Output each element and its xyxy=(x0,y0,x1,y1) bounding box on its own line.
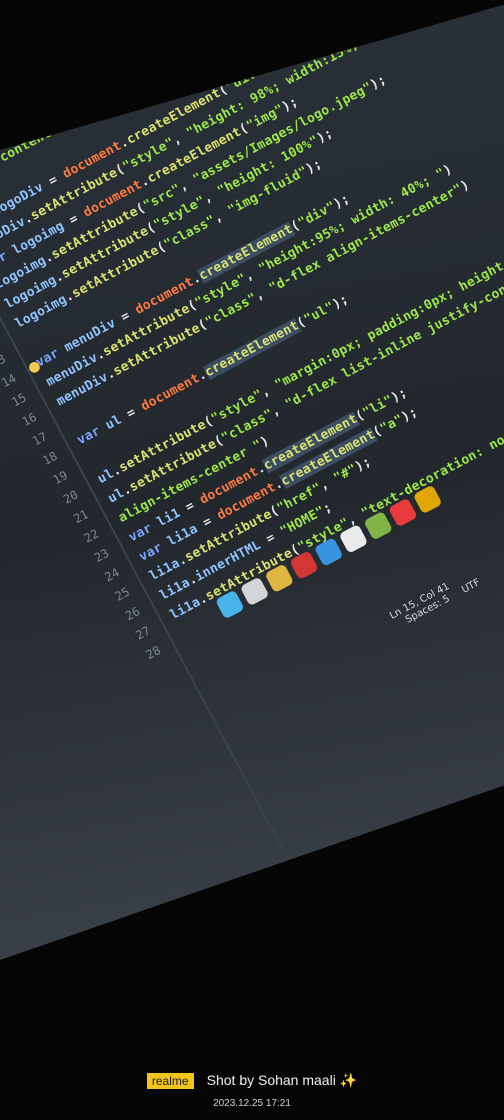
line-number: 17 xyxy=(30,429,50,449)
line-number: 18 xyxy=(40,448,60,468)
encoding-status[interactable]: UTF xyxy=(460,577,482,596)
code-token: document xyxy=(0,9,38,54)
line-number: 21 xyxy=(71,506,91,527)
line-number: 22 xyxy=(81,526,102,546)
watermark-brand: realme xyxy=(146,1072,194,1089)
code-token: "height: 10vh; width:100vw;" xyxy=(125,0,330,48)
code-token: . xyxy=(30,6,45,24)
code-token: , xyxy=(121,53,143,75)
line-number: 16 xyxy=(19,409,40,430)
code-token: ( xyxy=(54,68,69,86)
line-number: 27 xyxy=(133,623,153,643)
line-number: 15 xyxy=(9,390,29,410)
camera-watermark: realme Shot by Sohan maali ✨ xyxy=(0,1070,504,1089)
code-token: ( xyxy=(64,87,79,105)
line-number: 24 xyxy=(102,565,122,585)
code-token: , xyxy=(111,34,133,56)
line-number: 20 xyxy=(61,487,81,507)
laptop-screen: [@] menuDiv _contener = document.getElem… xyxy=(0,0,504,960)
code-token: "header" xyxy=(119,0,183,1)
code-token: ( xyxy=(112,0,126,5)
code-token: ); xyxy=(258,55,281,77)
code-token: . xyxy=(12,40,27,58)
line-number: 13 xyxy=(0,351,9,371)
code-token: setAttribute xyxy=(0,71,62,131)
code-token: "height: 98%; width:15%;" xyxy=(184,33,369,141)
line-number: 25 xyxy=(112,584,132,604)
code-token: getElementById xyxy=(38,0,144,19)
code-token: "d-flex align-items-center" xyxy=(266,181,466,297)
code-token: document xyxy=(0,44,20,88)
code-token: "style" xyxy=(61,41,119,82)
code-token: "d-flex align-items-center xyxy=(135,0,328,67)
line-number: 23 xyxy=(92,545,112,565)
line-number: 26 xyxy=(122,604,143,624)
code-token: ); xyxy=(188,42,210,64)
line-number: 14 xyxy=(0,371,19,391)
code-token: "class" xyxy=(71,61,129,101)
line-number: 28 xyxy=(143,642,163,663)
watermark-date: 2023.12.25 17:21 xyxy=(213,1098,291,1109)
line-number: 19 xyxy=(50,468,71,488)
code-line[interactable]: eader = document.createElement("header")… xyxy=(0,0,197,118)
code-token: ); xyxy=(361,25,383,47)
code-token: createElement xyxy=(19,0,119,54)
code-token: document xyxy=(138,370,203,415)
watermark-text: Shot by Sohan maali ✨ xyxy=(206,1072,358,1088)
